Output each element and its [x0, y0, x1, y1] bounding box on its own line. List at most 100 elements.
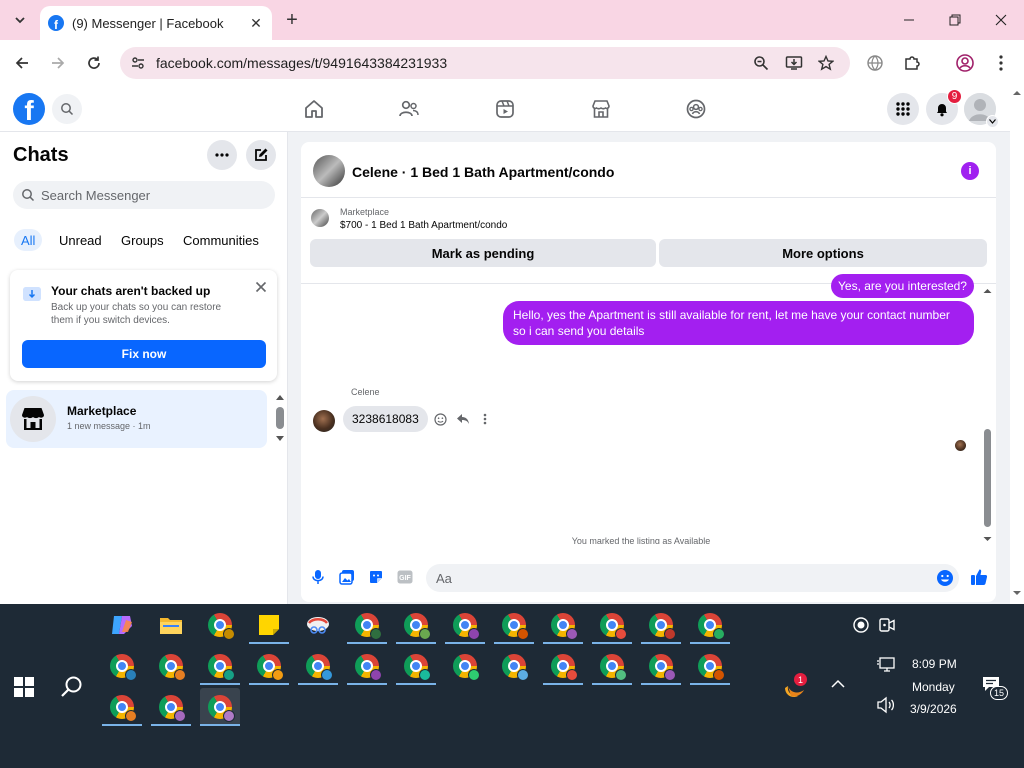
chrome-app-icon[interactable] [347, 647, 387, 685]
outgoing-message-bubble[interactable]: Hello, yes the Apartment is still availa… [503, 301, 974, 345]
window-restore-icon[interactable] [942, 8, 968, 32]
chrome-app-icon[interactable] [543, 647, 583, 685]
react-smiley-icon[interactable] [432, 411, 448, 427]
thumbs-up-like-icon[interactable] [969, 567, 989, 587]
conversation-title[interactable]: Celene · 1 Bed 1 Bath Apartment/condo [352, 164, 614, 180]
home-icon[interactable] [302, 97, 326, 121]
fix-now-button[interactable]: Fix now [22, 340, 266, 368]
chrome-app-icon[interactable] [396, 647, 436, 685]
chrome-app-icon[interactable] [494, 606, 534, 644]
record-circle-icon[interactable] [852, 616, 870, 634]
taskbar-search-icon[interactable] [60, 675, 84, 699]
chrome-app-icon[interactable] [592, 606, 632, 644]
clock-day[interactable]: Monday [912, 680, 955, 694]
site-info-icon[interactable] [128, 53, 148, 73]
file-explorer-icon[interactable] [151, 606, 191, 644]
messenger-search[interactable] [13, 181, 275, 209]
profile-icon[interactable] [954, 52, 976, 74]
new-tab-plus-icon[interactable]: + [282, 10, 302, 30]
chats-more-options-icon[interactable] [207, 140, 237, 170]
extensions-puzzle-icon[interactable] [901, 52, 923, 74]
tab-close-icon[interactable]: ✕ [248, 15, 264, 31]
tab-search-dropdown-icon[interactable] [8, 8, 32, 32]
friends-icon[interactable] [397, 97, 421, 121]
mark-as-pending-button[interactable]: Mark as pending [310, 239, 656, 267]
account-avatar[interactable] [964, 93, 999, 128]
clock-date[interactable]: 3/9/2026 [910, 702, 957, 716]
vpn-globe-icon[interactable] [864, 52, 886, 74]
windows-start-icon[interactable] [14, 677, 34, 697]
messages-scrollbar[interactable] [981, 284, 994, 546]
filter-communities[interactable]: Communities [176, 229, 266, 251]
listing-thumbnail[interactable] [311, 209, 329, 227]
chrome-app-icon-active[interactable] [200, 688, 240, 726]
attach-media-icon[interactable] [338, 568, 356, 586]
notifications-bell-icon[interactable]: 9 [926, 89, 962, 125]
chrome-app-icon[interactable] [102, 647, 142, 685]
facebook-logo-icon[interactable]: f [13, 93, 45, 125]
chrome-app-icon[interactable] [592, 647, 632, 685]
copilot-app-icon[interactable] [102, 606, 142, 644]
gif-icon[interactable]: GIF [396, 568, 414, 586]
chrome-app-icon[interactable] [298, 647, 338, 685]
chrome-app-icon[interactable] [151, 647, 191, 685]
listing-price-title[interactable]: $700 - 1 Bed 1 Bath Apartment/condo [340, 220, 507, 231]
chrome-app-icon[interactable] [494, 647, 534, 685]
account-chevron-down-icon[interactable] [986, 115, 999, 128]
search-messenger-input[interactable] [41, 187, 261, 203]
message-composer[interactable] [426, 564, 959, 592]
snipping-tool-icon[interactable] [298, 606, 338, 644]
url-text[interactable]: facebook.com/messages/t/9491643384231933 [156, 55, 850, 71]
chats-list-scroll-thumb[interactable] [276, 407, 284, 429]
tray-app-icon[interactable]: 1 [782, 673, 808, 700]
marketplace-icon[interactable] [589, 97, 613, 121]
network-icon[interactable] [876, 656, 896, 674]
show-hidden-icons-chevron-up-icon[interactable] [830, 678, 846, 690]
chrome-app-icon[interactable] [200, 647, 240, 685]
new-message-compose-icon[interactable] [246, 140, 276, 170]
volume-speaker-icon[interactable] [876, 696, 896, 714]
menu-grid-icon[interactable] [887, 93, 919, 125]
chrome-app-icon[interactable] [347, 606, 387, 644]
groups-icon[interactable] [684, 97, 708, 121]
filter-unread[interactable]: Unread [52, 229, 109, 251]
message-input[interactable] [436, 570, 936, 586]
voice-clip-mic-icon[interactable] [309, 568, 327, 586]
chrome-app-icon[interactable] [445, 606, 485, 644]
forward-arrow-icon[interactable] [46, 51, 70, 75]
window-minimize-icon[interactable] [896, 8, 922, 32]
chrome-app-icon[interactable] [102, 688, 142, 726]
address-bar[interactable]: facebook.com/messages/t/9491643384231933 [120, 47, 850, 79]
chrome-app-icon[interactable] [200, 606, 240, 644]
chrome-app-icon[interactable] [543, 606, 583, 644]
chrome-app-icon[interactable] [641, 606, 681, 644]
camera-share-icon[interactable] [878, 616, 896, 634]
notification-center-icon[interactable]: 15 [982, 676, 1008, 700]
chrome-app-icon[interactable] [690, 647, 730, 685]
chrome-app-icon[interactable] [249, 647, 289, 685]
more-options-button[interactable]: More options [659, 239, 987, 267]
chrome-app-icon[interactable] [151, 688, 191, 726]
conversation-info-icon[interactable]: i [961, 162, 979, 180]
page-scrollbar[interactable] [1010, 86, 1024, 604]
browser-menu-icon[interactable] [990, 52, 1012, 74]
sender-avatar[interactable] [313, 410, 335, 432]
chrome-app-icon[interactable] [445, 647, 485, 685]
facebook-search-icon[interactable] [52, 94, 82, 124]
emoji-smiley-icon[interactable] [936, 569, 954, 587]
backup-close-icon[interactable] [253, 279, 269, 295]
chrome-app-icon[interactable] [690, 606, 730, 644]
install-app-icon[interactable] [784, 53, 804, 73]
bookmark-star-icon[interactable] [816, 53, 836, 73]
sticky-notes-icon[interactable] [249, 606, 289, 644]
clock-time[interactable]: 8:09 PM [912, 657, 957, 671]
back-arrow-icon[interactable] [10, 51, 34, 75]
browser-tab-messenger[interactable]: f (9) Messenger | Facebook ✕ [40, 6, 272, 40]
filter-all[interactable]: All [14, 229, 43, 251]
chats-list-scrollbar[interactable] [275, 392, 285, 444]
window-close-icon[interactable] [988, 8, 1014, 32]
video-reels-icon[interactable] [493, 97, 517, 121]
conversation-item-marketplace[interactable]: Marketplace 1 new message · 1m [6, 390, 267, 448]
reply-arrow-icon[interactable] [455, 411, 471, 427]
reload-icon[interactable] [82, 51, 106, 75]
